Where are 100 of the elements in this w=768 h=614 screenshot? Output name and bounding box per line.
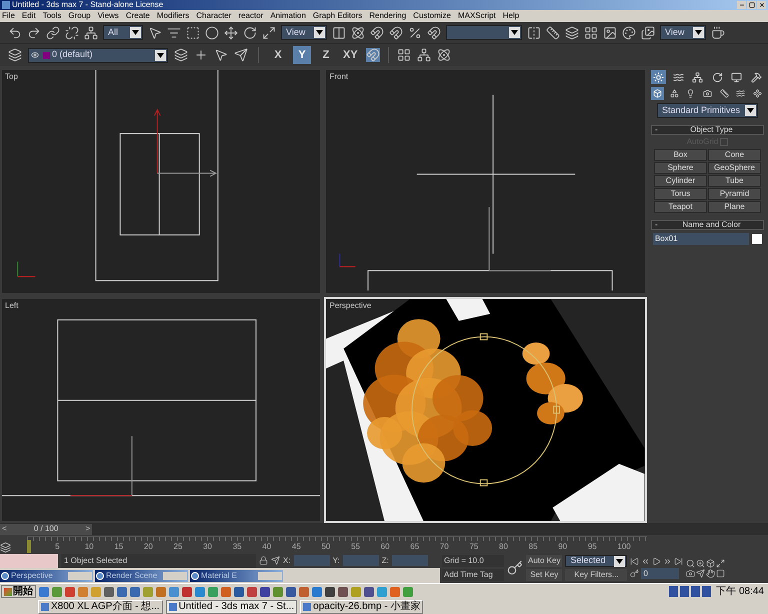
- command-panel-tab[interactable]: [690, 70, 706, 84]
- axis-constraint-button[interactable]: XY: [341, 46, 360, 64]
- select-icon[interactable]: [148, 26, 162, 40]
- maximize-button[interactable]: [747, 1, 756, 9]
- rollout-header[interactable]: - Name and Color: [650, 220, 764, 230]
- start-button[interactable]: 開始: [1, 585, 36, 598]
- menu-item[interactable]: Animation: [270, 10, 306, 22]
- taskbar-button[interactable]: opacity-26.bmp - 小畫家: [300, 600, 424, 614]
- taskbar-button[interactable]: X800 XL AGP介面 - 想...: [38, 600, 163, 614]
- axis-constraint-button[interactable]: Y: [293, 46, 311, 64]
- snap-toggle-icon[interactable]: [366, 48, 380, 62]
- auto-key-button[interactable]: Auto Key: [526, 555, 562, 567]
- primitive-button[interactable]: GeoSphere: [708, 162, 761, 174]
- primitive-button[interactable]: Pyramid: [708, 188, 761, 200]
- redo-icon[interactable]: [27, 26, 41, 40]
- menu-item[interactable]: Edit: [22, 10, 36, 22]
- play-icon[interactable]: [652, 557, 662, 566]
- select-by-name-icon[interactable]: [167, 26, 181, 40]
- minimized-window[interactable]: Perspective: [0, 570, 93, 582]
- undo-icon[interactable]: [8, 26, 22, 40]
- primitive-button[interactable]: Teapot: [654, 201, 707, 213]
- primitive-button[interactable]: Plane: [708, 201, 761, 213]
- command-panel-tab[interactable]: [729, 70, 744, 84]
- viewport-label[interactable]: Perspective: [329, 300, 372, 312]
- object-name-field[interactable]: Box01: [652, 233, 749, 245]
- coordinate-field[interactable]: [342, 555, 379, 566]
- menu-item[interactable]: Create: [126, 10, 150, 22]
- taskbar-button[interactable]: Untitled - 3ds max 7 - St...: [166, 600, 298, 614]
- layers-icon[interactable]: [565, 26, 579, 40]
- close-button[interactable]: [757, 1, 766, 9]
- selection-filter-dropdown[interactable]: All: [103, 25, 143, 40]
- set-key-button[interactable]: Set Key: [526, 569, 562, 581]
- menu-item[interactable]: Customize: [413, 10, 451, 22]
- collapse-toggle[interactable]: -: [654, 124, 663, 136]
- viewport-label[interactable]: Left: [5, 300, 18, 312]
- menu-item[interactable]: Modifiers: [156, 10, 190, 22]
- go-to-start-icon[interactable]: [630, 557, 640, 566]
- primitive-button[interactable]: Box: [654, 149, 707, 161]
- command-panel-tab[interactable]: [748, 70, 764, 84]
- key-filters-button[interactable]: Key Filters...: [565, 569, 628, 581]
- menu-item[interactable]: Group: [68, 10, 91, 22]
- menu-item[interactable]: MAXScript: [458, 10, 496, 22]
- add-time-tag-button[interactable]: Add Time Tag: [442, 569, 504, 581]
- category-button[interactable]: [700, 87, 714, 100]
- coordinate-field[interactable]: [294, 555, 330, 566]
- minimized-window[interactable]: Render Scene: [95, 570, 188, 582]
- viewport[interactable]: Front: [324, 68, 647, 294]
- axis-constraint-button[interactable]: X: [269, 46, 287, 64]
- lock-icon[interactable]: [259, 556, 268, 565]
- next-frame-icon[interactable]: [663, 557, 672, 566]
- menu-item[interactable]: Rendering: [369, 10, 406, 22]
- command-panel-tab[interactable]: [650, 70, 666, 84]
- track-bar[interactable]: 5 10 15 20 25 30 35 40 45 50 55 60 65 70 75 80 85 90 95 100: [27, 536, 647, 553]
- time-slider-track[interactable]: < 0 / 100 >: [0, 523, 768, 535]
- primitive-button[interactable]: Cone: [708, 149, 761, 161]
- collapse-toggle[interactable]: -: [654, 219, 663, 231]
- zoom-icon[interactable]: [686, 558, 696, 568]
- menu-item[interactable]: Character: [196, 10, 232, 22]
- menu-item[interactable]: Tools: [42, 10, 62, 22]
- angle-snap-icon[interactable]: [389, 26, 403, 40]
- viewport-label[interactable]: Top: [5, 71, 18, 83]
- reference-coordinate-dropdown[interactable]: View: [281, 25, 327, 40]
- color-swatch[interactable]: [752, 234, 762, 244]
- named-selection-field[interactable]: [446, 25, 522, 40]
- snap-icon[interactable]: [370, 26, 384, 40]
- current-frame-marker[interactable]: [27, 540, 32, 553]
- render-view-dropdown[interactable]: View: [660, 25, 706, 40]
- viewport[interactable]: Top: [0, 68, 322, 294]
- viewport[interactable]: Left: [0, 296, 322, 523]
- coordinate-field[interactable]: [392, 555, 428, 566]
- minimized-window[interactable]: Material E: [190, 570, 283, 582]
- axis-constraint-button[interactable]: Z: [317, 46, 335, 64]
- rotate-icon[interactable]: [243, 26, 257, 40]
- rollout-header[interactable]: - Object Type: [650, 125, 764, 135]
- menu-item[interactable]: File: [2, 10, 15, 22]
- menu-item[interactable]: Graph Editors: [312, 10, 362, 22]
- go-to-end-icon[interactable]: [674, 557, 684, 566]
- viewport[interactable]: Perspective: [324, 296, 647, 523]
- scale-icon[interactable]: [262, 26, 276, 40]
- previous-frame-icon[interactable]: [641, 557, 650, 566]
- primitive-button[interactable]: Sphere: [654, 162, 707, 174]
- category-dropdown[interactable]: Standard Primitives: [656, 103, 758, 118]
- category-button[interactable]: [650, 87, 664, 100]
- selection-region-icon[interactable]: [186, 26, 200, 40]
- layer-dropdown[interactable]: 0 (default): [28, 48, 168, 62]
- viewport-label[interactable]: Front: [329, 71, 348, 83]
- primitive-button[interactable]: Torus: [654, 188, 707, 200]
- maxscript-listener-field[interactable]: [0, 554, 58, 568]
- minimize-button[interactable]: [737, 1, 746, 9]
- tray-icon[interactable]: [669, 586, 714, 597]
- primitive-button[interactable]: Tube: [708, 175, 761, 187]
- category-button[interactable]: [718, 87, 731, 100]
- unlink-icon[interactable]: [65, 26, 79, 40]
- time-slider[interactable]: < 0 / 100 >: [0, 524, 92, 534]
- zoom-all-icon[interactable]: [696, 558, 706, 568]
- menu-item[interactable]: reactor: [238, 10, 264, 22]
- move-icon[interactable]: [224, 26, 238, 40]
- menu-item[interactable]: Views: [98, 10, 119, 22]
- current-frame-field[interactable]: 0: [641, 568, 680, 579]
- category-button[interactable]: [751, 87, 764, 100]
